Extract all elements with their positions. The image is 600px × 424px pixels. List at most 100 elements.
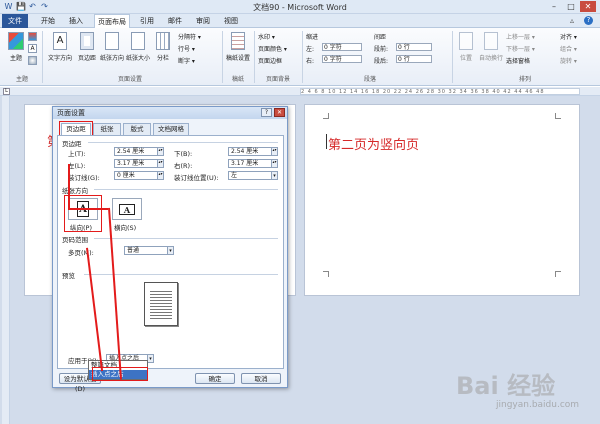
- orientation-icon: [105, 32, 119, 50]
- tab-view[interactable]: 视图: [220, 14, 242, 28]
- indent-right-input[interactable]: 0 字符: [322, 55, 362, 63]
- orientation-label: 纸张方向: [100, 55, 125, 62]
- pages-section-label: 页码范围: [62, 236, 88, 244]
- dialog-title: 页面设置: [53, 107, 287, 119]
- manuscript-label: 稿纸设置: [226, 55, 251, 62]
- margin-left-spinner[interactable]: ▴▾: [158, 159, 164, 168]
- margins-icon: [80, 32, 94, 50]
- line-numbers-button[interactable]: 行号 ▾: [178, 44, 195, 53]
- page-color-button[interactable]: 页面颜色 ▾: [258, 44, 287, 53]
- landscape-label: 横向(S): [114, 224, 137, 232]
- margin-bottom-spinner[interactable]: ▴▾: [272, 147, 278, 156]
- page-2-text: 第二页为竖向页: [328, 138, 420, 153]
- ruler-scale: 2 4 6 8 10 12 14 16 18 20 22 24 26 28 30…: [300, 88, 580, 95]
- send-backward-button[interactable]: 下移一层 ▾: [506, 44, 535, 53]
- tab-review[interactable]: 审阅: [192, 14, 214, 28]
- position-icon: [459, 32, 473, 50]
- bring-forward-button[interactable]: 上移一层 ▾: [506, 32, 535, 41]
- close-button[interactable]: ✕: [580, 1, 596, 12]
- orientation-button[interactable]: 纸张方向: [100, 32, 124, 72]
- dialog-close-button[interactable]: ✕: [274, 108, 285, 117]
- indent-heading: 缩进: [306, 34, 319, 41]
- theme-effects-icon[interactable]: [28, 56, 37, 65]
- theme-fonts-icon[interactable]: A: [28, 44, 37, 53]
- margin-left-input[interactable]: 3.17 厘米: [114, 159, 158, 168]
- page-2[interactable]: [304, 104, 580, 296]
- margin-bottom-label: 下(B):: [174, 150, 193, 158]
- chevron-down-icon[interactable]: ▾: [272, 171, 278, 180]
- hyphenation-button[interactable]: 断字 ▾: [178, 56, 195, 65]
- size-button[interactable]: 纸张大小: [126, 32, 150, 72]
- margin-left-label: 左(L):: [68, 162, 86, 170]
- group-label-arrange: 排列: [518, 76, 531, 83]
- text-cursor: [326, 134, 327, 149]
- margin-bottom-input[interactable]: 2.54 厘米: [228, 147, 272, 156]
- maximize-button[interactable]: □: [563, 1, 579, 12]
- theme-colors-icon[interactable]: [28, 32, 37, 41]
- chevron-down-icon[interactable]: ▾: [168, 246, 174, 255]
- ribbon: 主题 A 主题 A 文字方向 页边距 纸张方向 纸张大小 分栏 分隔符 ▾ 行号…: [0, 28, 600, 86]
- help-icon[interactable]: ?: [584, 16, 593, 25]
- crop-mark-icon: [555, 113, 561, 119]
- vertical-ruler[interactable]: [2, 96, 10, 424]
- margin-right-spinner[interactable]: ▴▾: [272, 159, 278, 168]
- margins-button[interactable]: 页边距: [76, 32, 98, 72]
- horizontal-ruler[interactable]: L 2 4 6 8 10 12 14 16 18 20 22 24 26 28 …: [0, 87, 600, 96]
- cancel-button[interactable]: 取消: [241, 373, 281, 384]
- gutter-spinner[interactable]: ▴▾: [158, 171, 164, 180]
- tab-home[interactable]: 开始: [36, 14, 60, 28]
- margins-label: 页边距: [77, 55, 96, 62]
- highlight-portrait: [64, 195, 102, 232]
- indent-left-label: 左:: [306, 46, 315, 53]
- page-borders-button[interactable]: 页面边框: [258, 56, 282, 65]
- position-button[interactable]: 位置: [455, 32, 477, 72]
- margin-top-spinner[interactable]: ▴▾: [158, 147, 164, 156]
- crop-mark-icon: [555, 271, 561, 277]
- section-divider: [88, 142, 278, 143]
- gutter-position-select[interactable]: 左: [228, 171, 272, 180]
- landscape-option[interactable]: A: [112, 198, 142, 220]
- group-button[interactable]: 组合 ▾: [560, 44, 577, 53]
- tab-layout[interactable]: 版式: [123, 123, 151, 135]
- columns-button[interactable]: 分栏: [152, 32, 174, 72]
- wrap-text-button[interactable]: 自动换行: [478, 32, 504, 72]
- margin-top-input[interactable]: 2.54 厘米: [114, 147, 158, 156]
- collapse-ribbon-icon[interactable]: ▵: [570, 16, 574, 25]
- columns-icon: [156, 32, 170, 50]
- indent-left-input[interactable]: 0 字符: [322, 43, 362, 51]
- margin-right-input[interactable]: 3.17 厘米: [228, 159, 272, 168]
- selection-pane-button[interactable]: 选择窗格: [506, 56, 530, 65]
- group-divider: [222, 31, 223, 83]
- group-label-manuscript: 稿纸: [231, 76, 244, 83]
- tab-mailings[interactable]: 邮件: [164, 14, 186, 28]
- text-direction-button[interactable]: A 文字方向: [46, 32, 74, 72]
- ribbon-tabs: 文件 开始 插入 页面布局 引用 邮件 审阅 视图 ▵ ?: [0, 14, 600, 29]
- tab-insert[interactable]: 插入: [64, 14, 88, 28]
- multiple-pages-select[interactable]: 普通: [124, 246, 168, 255]
- manuscript-settings-button[interactable]: 稿纸设置: [226, 32, 250, 72]
- tab-page-layout[interactable]: 页面布局: [94, 14, 130, 29]
- gutter-label: 装订线(G):: [68, 174, 100, 182]
- gutter-input[interactable]: 0 厘米: [114, 171, 158, 180]
- preview-lines: [150, 289, 172, 319]
- section-divider: [94, 189, 278, 190]
- tab-references[interactable]: 引用: [136, 14, 158, 28]
- tab-selector-icon[interactable]: L: [3, 88, 10, 95]
- size-label: 纸张大小: [126, 55, 151, 62]
- ok-button[interactable]: 确定: [195, 373, 235, 384]
- tab-document-grid[interactable]: 文档网格: [153, 123, 189, 135]
- baidu-watermark: Bai 经验 jingyan.baidu.com: [456, 366, 598, 420]
- theme-button[interactable]: 主题: [6, 32, 26, 72]
- align-button[interactable]: 对齐 ▾: [560, 32, 577, 41]
- watermark-button[interactable]: 水印 ▾: [258, 32, 275, 41]
- breaks-button[interactable]: 分隔符 ▾: [178, 32, 201, 41]
- minimize-button[interactable]: –: [546, 1, 562, 12]
- tab-paper[interactable]: 纸张: [93, 123, 121, 135]
- chevron-down-icon[interactable]: ▾: [148, 354, 154, 363]
- spacing-after-input[interactable]: 0 行: [396, 55, 432, 63]
- dialog-help-button[interactable]: ?: [261, 108, 272, 117]
- rotate-button[interactable]: 旋转 ▾: [560, 56, 577, 65]
- group-divider: [302, 31, 303, 83]
- spacing-before-input[interactable]: 0 行: [396, 43, 432, 51]
- tab-file[interactable]: 文件: [2, 14, 28, 28]
